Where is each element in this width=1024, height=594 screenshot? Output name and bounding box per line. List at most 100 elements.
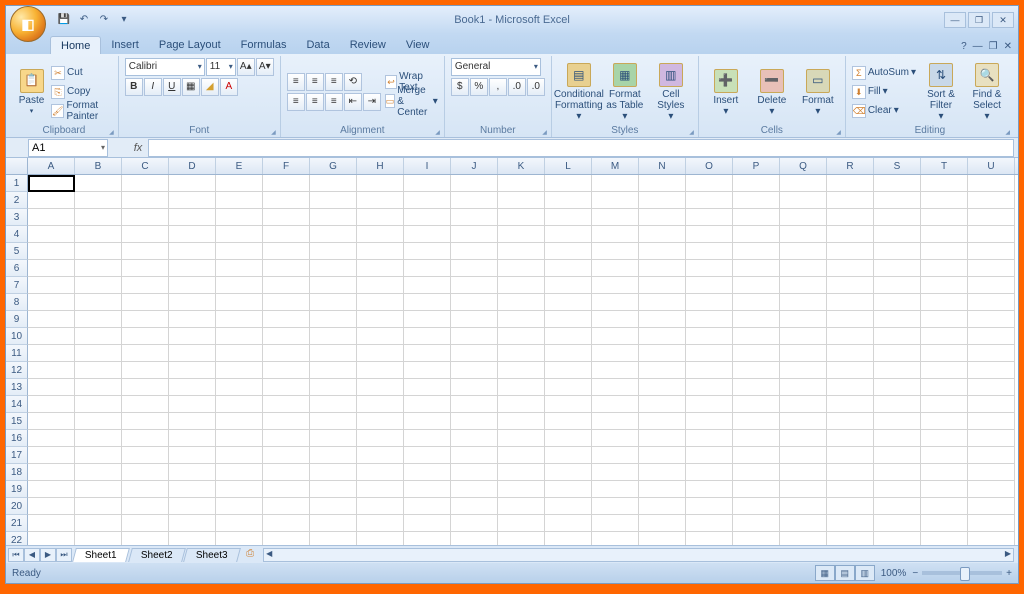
cell[interactable] (404, 345, 451, 362)
cell[interactable] (733, 345, 780, 362)
cell[interactable] (545, 464, 592, 481)
cell[interactable] (686, 260, 733, 277)
cell[interactable] (451, 209, 498, 226)
row-header[interactable]: 21 (6, 515, 28, 532)
cell[interactable] (639, 498, 686, 515)
cell[interactable] (122, 498, 169, 515)
delete-cells-button[interactable]: ➖Delete ▾ (751, 58, 793, 125)
cell[interactable] (404, 396, 451, 413)
last-sheet-button[interactable]: ⏭ (56, 548, 72, 562)
cell[interactable] (28, 226, 75, 243)
cell[interactable] (545, 277, 592, 294)
cell[interactable] (733, 192, 780, 209)
tab-insert[interactable]: Insert (101, 36, 149, 54)
cell[interactable] (639, 464, 686, 481)
cell[interactable] (357, 515, 404, 532)
cell[interactable] (122, 430, 169, 447)
cell[interactable] (639, 447, 686, 464)
cell[interactable] (404, 515, 451, 532)
cell[interactable] (733, 447, 780, 464)
cell[interactable] (122, 328, 169, 345)
cell[interactable] (169, 515, 216, 532)
cell[interactable] (498, 532, 545, 545)
cell[interactable] (28, 362, 75, 379)
row-header[interactable]: 13 (6, 379, 28, 396)
cell[interactable] (592, 430, 639, 447)
cell[interactable] (827, 379, 874, 396)
cell[interactable] (169, 430, 216, 447)
cell[interactable] (451, 430, 498, 447)
cell[interactable] (75, 413, 122, 430)
align-right-button[interactable]: ≡ (325, 93, 343, 111)
cell[interactable] (75, 430, 122, 447)
cell[interactable] (733, 328, 780, 345)
row-header[interactable]: 15 (6, 413, 28, 430)
cell[interactable] (310, 226, 357, 243)
tab-formulas[interactable]: Formulas (231, 36, 297, 54)
cell[interactable] (827, 430, 874, 447)
column-header[interactable]: B (75, 158, 122, 174)
cell[interactable] (28, 498, 75, 515)
cell[interactable] (827, 515, 874, 532)
bold-button[interactable]: B (125, 78, 143, 96)
cell[interactable] (451, 311, 498, 328)
cell[interactable] (28, 464, 75, 481)
cell[interactable] (827, 413, 874, 430)
cell[interactable] (357, 328, 404, 345)
cell[interactable] (780, 413, 827, 430)
row-header[interactable]: 16 (6, 430, 28, 447)
cell[interactable] (639, 192, 686, 209)
fx-button[interactable]: fx (128, 142, 148, 154)
cell[interactable] (639, 243, 686, 260)
cell[interactable] (75, 192, 122, 209)
cell[interactable] (639, 396, 686, 413)
cell[interactable] (686, 532, 733, 545)
cell[interactable] (921, 209, 968, 226)
save-icon[interactable]: 💾 (56, 12, 72, 28)
column-header[interactable]: N (639, 158, 686, 174)
cell[interactable] (733, 260, 780, 277)
align-left-button[interactable]: ≡ (287, 93, 305, 111)
cell[interactable] (921, 328, 968, 345)
undo-icon[interactable]: ↶ (76, 12, 92, 28)
cell[interactable] (874, 481, 921, 498)
cell[interactable] (404, 362, 451, 379)
align-middle-button[interactable]: ≡ (306, 73, 324, 91)
cell[interactable] (404, 532, 451, 545)
cell[interactable] (639, 362, 686, 379)
cell[interactable] (498, 328, 545, 345)
cell[interactable] (263, 515, 310, 532)
cell[interactable] (827, 294, 874, 311)
cell[interactable] (921, 362, 968, 379)
underline-button[interactable]: U (163, 78, 181, 96)
cell[interactable] (75, 481, 122, 498)
cell[interactable] (592, 396, 639, 413)
ribbon-restore-button[interactable]: ❐ (989, 41, 998, 52)
cell[interactable] (75, 447, 122, 464)
cell[interactable] (122, 175, 169, 192)
cell[interactable] (592, 447, 639, 464)
cell[interactable] (451, 328, 498, 345)
cell[interactable] (686, 277, 733, 294)
cell[interactable] (874, 345, 921, 362)
cell[interactable] (263, 464, 310, 481)
cell[interactable] (968, 379, 1015, 396)
cell[interactable] (169, 311, 216, 328)
cell[interactable] (310, 413, 357, 430)
cell[interactable] (122, 396, 169, 413)
cell[interactable] (357, 532, 404, 545)
cell[interactable] (169, 175, 216, 192)
cell[interactable] (968, 498, 1015, 515)
sort-filter-button[interactable]: ⇅Sort & Filter ▾ (920, 58, 962, 125)
cell[interactable] (592, 532, 639, 545)
cell[interactable] (686, 464, 733, 481)
row-header[interactable]: 14 (6, 396, 28, 413)
cell[interactable] (921, 294, 968, 311)
cell[interactable] (404, 464, 451, 481)
cell[interactable] (827, 192, 874, 209)
cell[interactable] (686, 481, 733, 498)
cell[interactable] (357, 464, 404, 481)
cell[interactable] (545, 498, 592, 515)
cell[interactable] (968, 209, 1015, 226)
increase-decimal-button[interactable]: .0 (508, 78, 526, 96)
